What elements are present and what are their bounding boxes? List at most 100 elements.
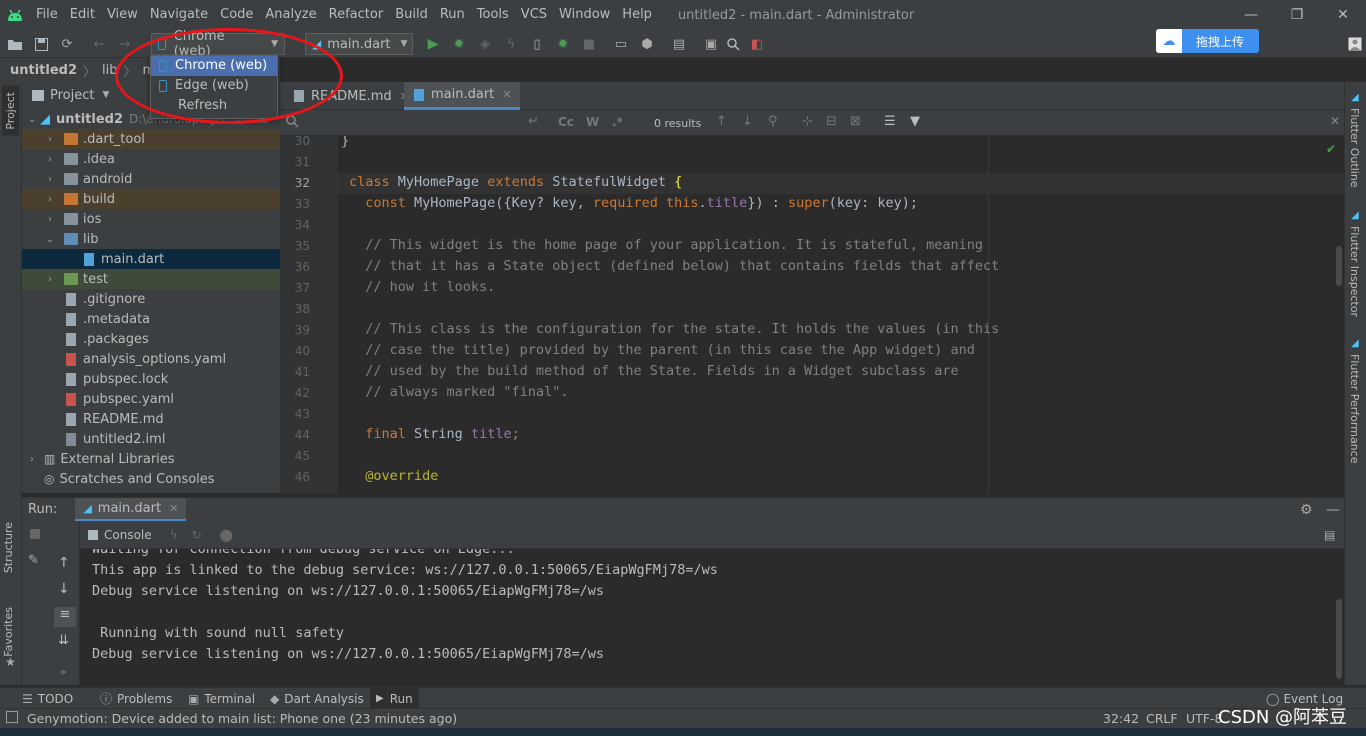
tree-item-lib[interactable]: ⌄ lib xyxy=(22,229,280,249)
close-icon[interactable]: ✕ xyxy=(1330,114,1340,128)
hot-restart-icon[interactable]: ↻ xyxy=(192,528,202,542)
remove-selection-icon[interactable]: ⊟ xyxy=(826,114,837,129)
stop-icon[interactable]: ■ xyxy=(580,35,598,53)
menu-window[interactable]: Window xyxy=(553,0,616,30)
hot-reload-icon[interactable]: ϟ xyxy=(170,528,178,542)
tab-favorites[interactable]: Favorites xyxy=(2,607,15,657)
save-all-icon[interactable] xyxy=(32,35,50,53)
project-structure-icon[interactable]: ▤ xyxy=(670,35,688,53)
open-folder-icon[interactable] xyxy=(6,35,24,53)
tree-item-pubspec-yaml[interactable]: pubspec.yaml xyxy=(22,389,280,409)
tree-item-scratches[interactable]: ◎ Scratches and Consoles xyxy=(22,469,280,489)
gear-icon[interactable]: ⚙ xyxy=(1300,502,1313,518)
console-tab-label[interactable]: Console xyxy=(104,528,152,542)
tree-item-idea[interactable]: › .idea xyxy=(22,149,280,169)
line-separator[interactable]: CRLF xyxy=(1146,711,1178,726)
sdk-manager-icon[interactable]: ⬢ xyxy=(638,35,656,53)
tab-main-dart[interactable]: main.dart ✕ xyxy=(404,82,520,110)
next-occurrence-icon[interactable]: ↓ xyxy=(742,114,753,129)
tab-structure[interactable]: Structure xyxy=(2,522,15,573)
chevron-right-icon[interactable]: › xyxy=(26,454,38,465)
menu-help[interactable]: Help xyxy=(616,0,658,30)
breadcrumb-project[interactable]: untitled2 xyxy=(10,63,77,78)
cursor-position[interactable]: 32:42 xyxy=(1103,711,1139,726)
chevron-down-icon[interactable]: ⌄ xyxy=(44,234,56,245)
layout-options-icon[interactable]: ▤ xyxy=(1324,528,1335,542)
debug-bug-icon[interactable]: ✹ xyxy=(450,35,468,53)
upload-button[interactable]: ☁ 拖拽上传 xyxy=(1156,29,1259,53)
regex-toggle[interactable]: .* xyxy=(612,115,623,129)
menu-navigate[interactable]: Navigate xyxy=(144,0,214,30)
project-panel-title[interactable]: Project xyxy=(50,88,94,103)
terminal-window-icon[interactable]: ▣ xyxy=(702,35,720,53)
soft-wrap-icon[interactable]: ≡ xyxy=(54,607,76,627)
attach-debugger-icon[interactable]: ✹ xyxy=(554,35,572,53)
menu-file[interactable]: File xyxy=(30,0,64,30)
device-manager-icon[interactable]: ▭ xyxy=(612,35,630,53)
close-window-button[interactable]: ✕ xyxy=(1320,0,1366,30)
tree-item-main-dart[interactable]: main.dart xyxy=(22,249,280,269)
tree-item-dart-tool[interactable]: › .dart_tool xyxy=(22,129,280,149)
tab-flutter-performance[interactable]: Flutter Performance xyxy=(1348,354,1361,463)
pin-icon[interactable]: ✎ xyxy=(28,553,39,568)
chevron-down-icon[interactable]: ⌄ xyxy=(26,114,38,125)
scroll-up-icon[interactable]: ↑ xyxy=(58,555,70,571)
account-icon[interactable] xyxy=(1346,35,1364,53)
pin-icon[interactable]: ⚲ xyxy=(768,114,778,129)
menu-analyze[interactable]: Analyze xyxy=(259,0,322,30)
minimize-button[interactable]: — xyxy=(1228,0,1274,30)
chevron-down-icon[interactable]: ▼ xyxy=(102,90,109,100)
chevron-right-icon[interactable]: › xyxy=(44,154,56,165)
hot-restart-icon[interactable]: ▯ xyxy=(528,35,546,53)
tree-item-gitignore[interactable]: .gitignore xyxy=(22,289,280,309)
tree-item-readme[interactable]: README.md xyxy=(22,409,280,429)
tree-item-test[interactable]: › test xyxy=(22,269,280,289)
chevron-right-icon[interactable]: › xyxy=(44,134,56,145)
tree-item-android[interactable]: › android xyxy=(22,169,280,189)
tree-item-external-libraries[interactable]: › ▥ External Libraries xyxy=(22,449,280,469)
menu-code[interactable]: Code xyxy=(214,0,259,30)
tree-item-ios[interactable]: › ios xyxy=(22,209,280,229)
hot-reload-icon[interactable]: ϟ xyxy=(502,35,520,53)
menu-vcs[interactable]: VCS xyxy=(515,0,553,30)
select-all-occurrences-icon[interactable]: ⊠ xyxy=(850,114,861,129)
filter-options-icon[interactable]: ☰ xyxy=(884,114,896,129)
chevron-right-icon[interactable]: › xyxy=(44,214,56,225)
search-icon[interactable] xyxy=(724,35,742,53)
run-tab-main-dart[interactable]: ◢ main.dart ✕ xyxy=(75,497,187,522)
tab-terminal[interactable]: ▣ Terminal xyxy=(182,688,261,709)
tab-flutter-inspector[interactable]: Flutter Inspector xyxy=(1348,226,1361,317)
open-devtools-icon[interactable]: ⬤ xyxy=(220,528,233,542)
tree-item-analysis-options[interactable]: analysis_options.yaml xyxy=(22,349,280,369)
tree-item-metadata[interactable]: .metadata xyxy=(22,309,280,329)
close-icon[interactable]: ✕ xyxy=(169,502,178,515)
chevron-right-icon[interactable]: › xyxy=(44,194,56,205)
menu-build[interactable]: Build xyxy=(389,0,434,30)
tab-todo[interactable]: ☰ TODO xyxy=(16,688,79,709)
chevron-right-icon[interactable]: › xyxy=(44,274,56,285)
editor-scrollbar[interactable] xyxy=(1336,246,1342,286)
chevron-right-icon[interactable]: › xyxy=(44,174,56,185)
menu-tools[interactable]: Tools xyxy=(471,0,515,30)
menu-refactor[interactable]: Refactor xyxy=(323,0,390,30)
tab-dart-analysis[interactable]: ◆ Dart Analysis xyxy=(264,688,370,709)
tree-item-build[interactable]: › build xyxy=(22,189,280,209)
minimize-panel-icon[interactable]: — xyxy=(1326,502,1340,518)
code-editor[interactable]: } class MyHomePage extends StatefulWidge… xyxy=(338,136,1344,493)
status-message[interactable]: Genymotion: Device added to main list: P… xyxy=(27,711,457,726)
tree-item-pubspec-lock[interactable]: pubspec.lock xyxy=(22,369,280,389)
close-icon[interactable]: ✕ xyxy=(502,88,511,101)
new-line-icon[interactable]: ↵ xyxy=(528,114,539,129)
tab-run[interactable]: ▶ Run xyxy=(370,688,419,709)
tab-flutter-outline[interactable]: Flutter Outline xyxy=(1348,108,1361,188)
coverage-icon[interactable]: ◈ xyxy=(476,35,494,53)
toggle-tool-windows-icon[interactable] xyxy=(6,711,18,723)
plugin-icon[interactable]: ◧ xyxy=(748,35,766,53)
console-output[interactable]: Waiting for connection from debug servic… xyxy=(80,549,1344,685)
run-icon[interactable]: ▶ xyxy=(424,35,442,53)
tree-item-iml[interactable]: untitled2.iml xyxy=(22,429,280,449)
file-encoding[interactable]: UTF-8 xyxy=(1186,711,1222,726)
stop-icon[interactable] xyxy=(30,529,40,539)
back-arrow-icon[interactable]: ← xyxy=(90,35,108,53)
console-scrollbar[interactable] xyxy=(1336,599,1342,679)
